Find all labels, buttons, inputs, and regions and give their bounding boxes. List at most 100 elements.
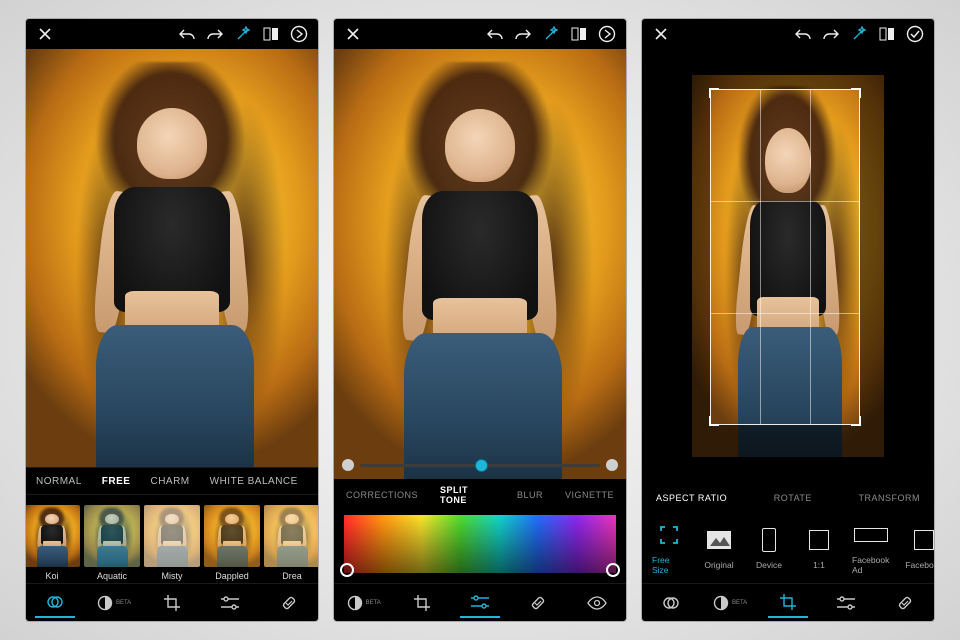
crop-mode-strip[interactable]: ASPECT RATIO ROTATE TRANSFORM: [642, 483, 934, 513]
image-canvas[interactable]: [26, 49, 318, 467]
compare-icon[interactable]: [568, 23, 590, 45]
crop-handle-tr[interactable]: [847, 88, 861, 102]
square-icon: [802, 526, 836, 554]
filters-tab-icon[interactable]: BETA: [343, 588, 383, 618]
redo-icon[interactable]: [204, 23, 226, 45]
adjust-tab[interactable]: VIGNETTE: [565, 490, 614, 500]
adjust-tab-icon[interactable]: [826, 588, 866, 618]
slider-end-right[interactable]: [606, 459, 618, 471]
auto-wand-icon[interactable]: [848, 23, 870, 45]
wide-icon: [854, 521, 888, 549]
beta-label: BETA: [732, 600, 747, 606]
preset-strip[interactable]: Koi Aquatic Misty Dappled Drea: [26, 495, 318, 583]
next-icon[interactable]: [288, 23, 310, 45]
preset-label: Misty: [162, 571, 183, 581]
close-icon[interactable]: [34, 23, 56, 45]
crop-tab-icon[interactable]: [402, 588, 442, 618]
screen-adjust: CORRECTIONS SPLIT TONE BLUR VIGNETTE BET…: [333, 18, 627, 622]
filters-tab-icon[interactable]: BETA: [710, 588, 750, 618]
look-category[interactable]: WHITE BALANCE: [210, 476, 298, 487]
square2-icon: [907, 526, 934, 554]
undo-icon[interactable]: [484, 23, 506, 45]
highlight-color-handle[interactable]: [606, 563, 620, 577]
top-bar: [642, 19, 934, 49]
adjust-tab[interactable]: SPLIT TONE: [440, 485, 495, 505]
screen-crop: ASPECT RATIO ROTATE TRANSFORM Free Size …: [641, 18, 935, 622]
crop-dim: [710, 425, 860, 457]
compare-icon[interactable]: [260, 23, 282, 45]
preset-label: Dappled: [215, 571, 249, 581]
look-category-strip[interactable]: NORMAL FREE CHARM WHITE BALANCE BLACK: [26, 467, 318, 495]
heal-tab-icon[interactable]: [518, 588, 558, 618]
close-icon[interactable]: [342, 23, 364, 45]
aspect-device[interactable]: Device: [752, 526, 786, 570]
undo-icon[interactable]: [176, 23, 198, 45]
crop-mode-tab[interactable]: ASPECT RATIO: [656, 493, 727, 503]
auto-wand-icon[interactable]: [540, 23, 562, 45]
redo-icon[interactable]: [820, 23, 842, 45]
heal-tab-icon[interactable]: [885, 588, 925, 618]
preset-dream[interactable]: Drea: [264, 505, 318, 581]
photo: [334, 49, 626, 479]
crop-handle-br[interactable]: [847, 412, 861, 426]
crop-tab-icon[interactable]: [152, 588, 192, 618]
aspect-label: Facebook: [905, 560, 934, 570]
crop-canvas[interactable]: [642, 49, 934, 483]
slider-thumb[interactable]: [475, 459, 488, 472]
aspect-1-1[interactable]: 1:1: [802, 526, 836, 570]
aspect-original[interactable]: Original: [702, 526, 736, 570]
crop-box[interactable]: [710, 89, 860, 425]
redo-icon[interactable]: [512, 23, 534, 45]
spectrum-gradient[interactable]: [344, 515, 616, 573]
crop-mode-tab[interactable]: ROTATE: [774, 493, 812, 503]
crop-dim: [692, 89, 710, 457]
aspect-label: Facebook Ad: [852, 555, 889, 575]
preset-koi[interactable]: Koi: [26, 505, 80, 581]
adjust-tab-strip[interactable]: CORRECTIONS SPLIT TONE BLUR VIGNETTE: [334, 479, 626, 511]
beta-label: BETA: [366, 600, 381, 606]
preset-dappled[interactable]: Dappled: [204, 505, 260, 581]
device-icon: [752, 526, 786, 554]
look-category[interactable]: CHARM: [150, 476, 189, 487]
adjust-tab-icon[interactable]: [460, 588, 500, 618]
aspect-facebook-ad[interactable]: Facebook Ad: [852, 521, 889, 575]
beta-label: BETA: [116, 600, 131, 606]
image-canvas[interactable]: [334, 49, 626, 479]
heal-tab-icon[interactable]: [269, 588, 309, 618]
crop-tab-icon[interactable]: [768, 588, 808, 618]
crop-handle-tl[interactable]: [709, 88, 723, 102]
adjust-tab[interactable]: CORRECTIONS: [346, 490, 418, 500]
aspect-facebook[interactable]: Facebook: [905, 526, 934, 570]
slider-track[interactable]: [360, 464, 600, 467]
preset-aquatic[interactable]: Aquatic: [84, 505, 140, 581]
aspect-free-size[interactable]: Free Size: [652, 521, 686, 575]
photo: [26, 49, 318, 467]
compare-expand-icon[interactable]: [876, 23, 898, 45]
split-tone-color-picker[interactable]: [334, 511, 626, 583]
adjust-tab[interactable]: BLUR: [517, 490, 543, 500]
undo-icon[interactable]: [792, 23, 814, 45]
looks-tab-icon[interactable]: [35, 588, 75, 618]
look-category[interactable]: FREE: [102, 476, 131, 487]
bottom-nav: BETA: [642, 583, 934, 621]
preset-misty[interactable]: Misty: [144, 505, 200, 581]
slider-end-left[interactable]: [342, 459, 354, 471]
original-icon: [702, 526, 736, 554]
shadow-color-handle[interactable]: [340, 563, 354, 577]
aspect-ratio-strip[interactable]: Free Size Original Device 1:1 Facebook A…: [642, 513, 934, 583]
free-size-icon: [652, 521, 686, 549]
crop-dim: [860, 89, 884, 457]
apply-icon[interactable]: [904, 23, 926, 45]
next-icon[interactable]: [596, 23, 618, 45]
look-category[interactable]: NORMAL: [36, 476, 82, 487]
preset-label: Aquatic: [97, 571, 127, 581]
adjust-tab-icon[interactable]: [210, 588, 250, 618]
auto-wand-icon[interactable]: [232, 23, 254, 45]
filters-tab-icon[interactable]: BETA: [94, 588, 134, 618]
looks-tab-icon[interactable]: [651, 588, 691, 618]
crop-handle-bl[interactable]: [709, 412, 723, 426]
intensity-slider[interactable]: [342, 459, 618, 471]
eye-tab-icon[interactable]: [577, 588, 617, 618]
close-icon[interactable]: [650, 23, 672, 45]
crop-mode-tab[interactable]: TRANSFORM: [858, 493, 920, 503]
